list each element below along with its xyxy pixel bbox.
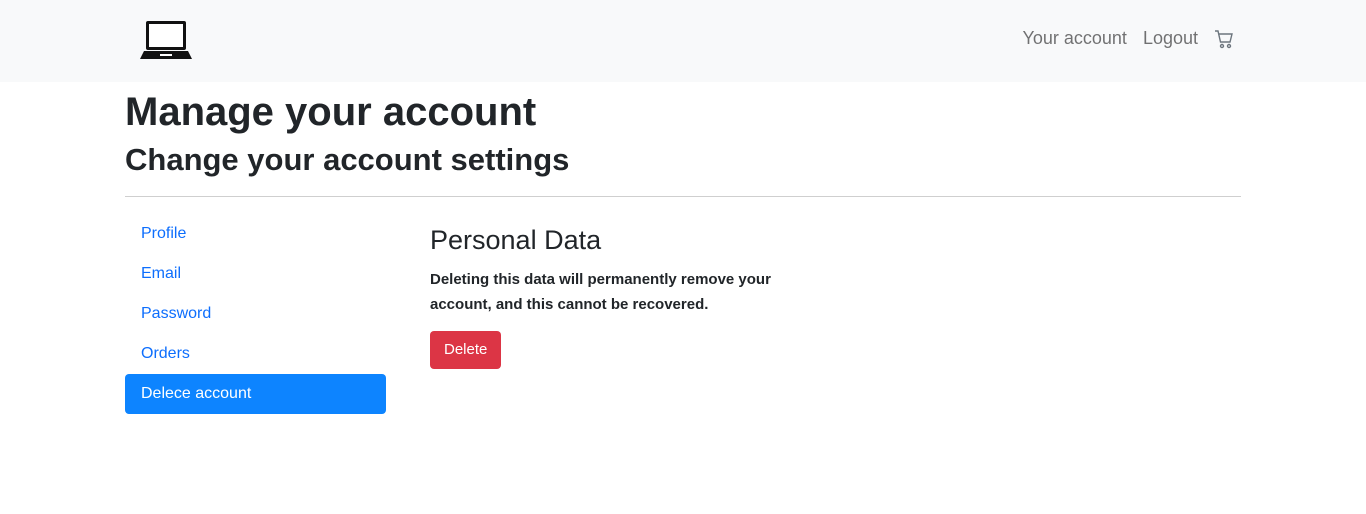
laptop-icon[interactable] (140, 20, 192, 62)
sidebar-item-orders[interactable]: Orders (125, 334, 386, 374)
delete-button[interactable]: Delete (430, 331, 502, 369)
page-subtitle: Change your account settings (125, 142, 570, 177)
sidebar-item-profile[interactable]: Profile (125, 214, 386, 254)
navbar: Your account Logout (0, 0, 1366, 82)
account-side-nav: Profile Email Password Orders Delece acc… (125, 214, 386, 414)
sidebar-item-email[interactable]: Email (125, 254, 386, 294)
divider (125, 196, 1241, 197)
logout-link[interactable]: Logout (1143, 28, 1198, 49)
sidebar-item-password[interactable]: Password (125, 294, 386, 334)
your-account-link[interactable]: Your account (1023, 28, 1127, 49)
cart-icon[interactable] (1214, 29, 1234, 49)
delete-warning-text: Deleting this data will permanently remo… (430, 271, 771, 313)
personal-data-section: Personal Data Deleting this data will pe… (430, 223, 830, 369)
sidebar-item-delete-account[interactable]: Delece account (125, 374, 386, 414)
header-nav: Your account Logout (1023, 28, 1234, 49)
section-heading: Personal Data (430, 225, 602, 255)
main-container: Manage your account Change your account … (125, 82, 1241, 414)
page-title: Manage your account (125, 90, 537, 134)
